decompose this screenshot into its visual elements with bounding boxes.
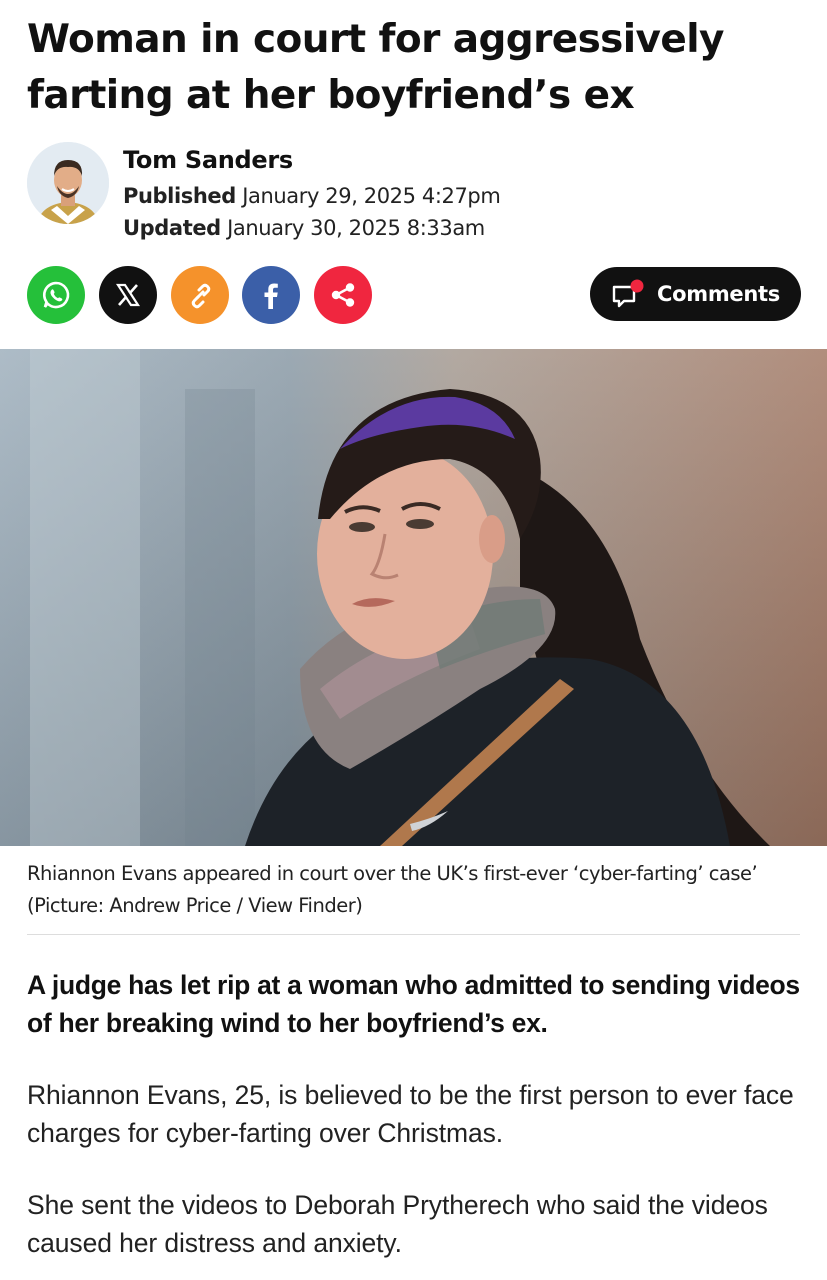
copy-link-button[interactable] [171, 266, 229, 324]
article-paragraph: She sent the videos to Deborah Prytherec… [27, 1190, 768, 1258]
share-whatsapp-button[interactable] [27, 266, 85, 324]
author-byline: Tom Sanders Published January 29, 2025 4… [27, 142, 807, 240]
updated-label: Updated [123, 216, 221, 240]
article-headline: Woman in court for aggressively farting … [27, 17, 724, 118]
whatsapp-icon [42, 281, 70, 309]
image-caption: Rhiannon Evans appeared in court over th… [27, 862, 758, 917]
published-label: Published [123, 184, 236, 208]
share-button[interactable] [314, 266, 372, 324]
comments-label: Comments [657, 282, 780, 306]
published-date: Published January 29, 2025 4:27pm [123, 184, 501, 208]
comments-button[interactable]: Comments [590, 267, 801, 321]
author-avatar[interactable] [27, 142, 109, 224]
caption-divider [27, 934, 800, 935]
published-value: January 29, 2025 4:27pm [242, 184, 501, 208]
share-icon [331, 283, 355, 307]
facebook-icon [264, 283, 278, 309]
updated-date: Updated January 30, 2025 8:33am [123, 216, 485, 240]
comment-bubble-icon [612, 279, 644, 308]
article-hero-image[interactable] [0, 349, 827, 846]
link-icon [191, 283, 211, 309]
share-facebook-button[interactable] [242, 266, 300, 324]
author-name[interactable]: Tom Sanders [123, 146, 293, 174]
x-icon [115, 283, 141, 307]
share-bar: Comments [27, 266, 807, 324]
article-paragraph: Rhiannon Evans, 25, is believed to be th… [27, 1080, 794, 1148]
updated-value: January 30, 2025 8:33am [227, 216, 485, 240]
article-standfirst: A judge has let rip at a woman who admit… [27, 970, 800, 1038]
share-x-button[interactable] [99, 266, 157, 324]
